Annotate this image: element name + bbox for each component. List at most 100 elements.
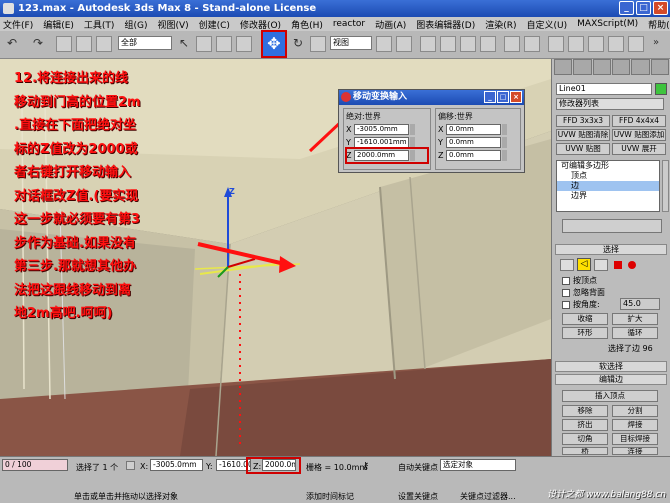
absolute-x-field[interactable]: -3005.0mm — [354, 124, 409, 135]
window-crossing-icon[interactable] — [236, 36, 252, 52]
reference-coordinate-dropdown[interactable]: 视图 — [330, 36, 372, 50]
key-icon[interactable]: ⚷ — [362, 461, 369, 472]
stack-item-vertex[interactable]: 顶点 — [557, 171, 659, 181]
offset-z-field[interactable]: 0.0mm — [446, 150, 501, 161]
dialog-maximize-button[interactable]: □ — [497, 91, 509, 103]
rectangular-selection-icon[interactable] — [216, 36, 232, 52]
vertex-level-icon[interactable] — [560, 259, 574, 271]
border-level-icon[interactable] — [594, 259, 608, 271]
maximize-button[interactable]: □ — [636, 1, 651, 15]
x-coordinate-field[interactable]: -3005.0mm — [150, 459, 203, 471]
offset-y-field[interactable]: 0.0mm — [446, 137, 501, 148]
material-editor-icon[interactable] — [588, 36, 604, 52]
bridge-button[interactable]: 桥 — [562, 447, 608, 455]
loop-button[interactable]: 循环 — [612, 327, 658, 339]
stack-scrollbar[interactable] — [662, 160, 669, 212]
key-filters-button[interactable]: 关键点过滤器... — [460, 491, 516, 502]
menu-file[interactable]: 文件(F) — [3, 18, 33, 31]
undo-icon[interactable]: ↶ — [4, 36, 20, 52]
rotate-icon[interactable]: ↻ — [290, 36, 306, 52]
create-tab[interactable] — [554, 59, 573, 75]
soft-selection-rollout[interactable]: 软选择 — [555, 361, 667, 372]
display-tab[interactable] — [631, 59, 650, 75]
split-button[interactable]: 分割 — [612, 405, 658, 417]
remove-button[interactable]: 移除 — [562, 405, 608, 417]
object-color-swatch[interactable] — [655, 83, 667, 95]
time-slider[interactable]: 0 / 100 — [2, 459, 68, 471]
uvw-add-button[interactable]: UVW 贴图添加 — [612, 129, 666, 141]
bind-space-warp-icon[interactable] — [96, 36, 112, 52]
selected-objects-dropdown[interactable]: 选定对象 — [440, 459, 516, 471]
offset-z-spinner[interactable] — [502, 150, 507, 161]
lock-selection-icon[interactable] — [126, 461, 135, 470]
motion-tab[interactable] — [611, 59, 631, 75]
menu-create[interactable]: 创建(C) — [199, 18, 230, 31]
snaps-toggle-icon[interactable] — [420, 36, 436, 52]
select-and-move-icon[interactable]: ✥ — [261, 30, 287, 58]
modifier-stack[interactable]: 可编辑多边形 顶点 边 边界 — [556, 160, 660, 212]
render-scene-icon[interactable] — [608, 36, 624, 52]
mirror-icon[interactable] — [504, 36, 520, 52]
stack-item-editable-poly[interactable]: 可编辑多边形 — [557, 161, 659, 171]
menu-graph-editors[interactable]: 图表编辑器(D) — [416, 18, 475, 31]
stack-item-edge[interactable]: 边 — [557, 181, 659, 191]
uvw-map-button[interactable]: UVW 贴图 — [556, 143, 610, 155]
dialog-minimize-button[interactable]: _ — [484, 91, 496, 103]
utilities-tab[interactable] — [650, 59, 669, 75]
by-vertex-checkbox[interactable]: 按顶点 — [562, 275, 597, 286]
curve-editor-icon[interactable] — [548, 36, 564, 52]
insert-vertex-button[interactable]: 插入顶点 — [562, 390, 658, 402]
add-time-tag[interactable]: 添加时间标记 — [306, 491, 354, 502]
auto-key-label[interactable]: 自动关键点 — [398, 462, 438, 473]
weld-button[interactable]: 焊接 — [612, 419, 658, 431]
chamfer-button[interactable]: 切角 — [562, 433, 608, 445]
menu-maxscript[interactable]: MAXScript(M) — [577, 19, 638, 29]
element-level-icon[interactable] — [628, 261, 636, 269]
scale-icon[interactable] — [310, 36, 326, 52]
shrink-button[interactable]: 收缩 — [562, 313, 608, 325]
ffd-3x3x3-button[interactable]: FFD 3x3x3 — [556, 115, 610, 127]
spinner-snap-icon[interactable] — [480, 36, 496, 52]
close-button[interactable]: × — [653, 1, 668, 15]
unwrap-uvw-button[interactable]: UVW 展开 — [612, 143, 666, 155]
menu-customize[interactable]: 自定义(U) — [527, 18, 568, 31]
menu-modifiers[interactable]: 修改器(O) — [240, 18, 281, 31]
extrude-button[interactable]: 挤出 — [562, 419, 608, 431]
menu-help[interactable]: 帮助(H) — [648, 18, 670, 31]
menu-rendering[interactable]: 渲染(R) — [485, 18, 516, 31]
dialog-close-button[interactable]: × — [510, 91, 522, 103]
minimize-button[interactable]: _ — [619, 1, 634, 15]
menu-views[interactable]: 视图(V) — [157, 18, 188, 31]
select-manipulate-icon[interactable] — [396, 36, 412, 52]
by-angle-checkbox[interactable]: 按角度: — [562, 299, 600, 310]
menu-edit[interactable]: 编辑(E) — [43, 18, 74, 31]
edge-level-icon[interactable]: ◁ — [577, 258, 591, 271]
offset-y-spinner[interactable] — [502, 137, 507, 148]
hierarchy-tab[interactable] — [592, 59, 611, 75]
edit-edges-rollout[interactable]: 编辑边 — [555, 374, 667, 385]
quick-render-icon[interactable] — [628, 36, 644, 52]
object-name-field[interactable]: Line01 — [556, 83, 652, 95]
menu-animation[interactable]: 动画(A) — [375, 18, 406, 31]
ring-button[interactable]: 环形 — [562, 327, 608, 339]
offset-x-field[interactable]: 0.0mm — [446, 124, 501, 135]
select-link-icon[interactable] — [56, 36, 72, 52]
ignore-backfacing-checkbox[interactable]: 忽略背面 — [562, 287, 605, 298]
angle-field[interactable]: 45.0 — [620, 298, 660, 310]
modifier-list-dropdown[interactable]: 修改器列表 — [556, 98, 664, 110]
absolute-x-spinner[interactable] — [410, 124, 415, 135]
modify-tab[interactable] — [573, 59, 592, 75]
angle-snap-icon[interactable] — [440, 36, 456, 52]
menu-group[interactable]: 组(G) — [124, 18, 147, 31]
toolbar-more-icon[interactable]: » — [648, 36, 664, 52]
menu-tools[interactable]: 工具(T) — [84, 18, 115, 31]
polygon-level-icon[interactable] — [614, 261, 622, 269]
uvw-clear-button[interactable]: UVW 贴图清除 — [556, 129, 610, 141]
menu-character[interactable]: 角色(H) — [291, 18, 323, 31]
redo-icon[interactable]: ↷ — [30, 36, 46, 52]
target-weld-button[interactable]: 目标焊接 — [612, 433, 658, 445]
pivot-center-icon[interactable] — [376, 36, 392, 52]
set-key-label[interactable]: 设置关键点 — [398, 491, 438, 502]
selection-filter-dropdown[interactable]: 全部 — [118, 36, 172, 50]
percent-snap-icon[interactable] — [460, 36, 476, 52]
